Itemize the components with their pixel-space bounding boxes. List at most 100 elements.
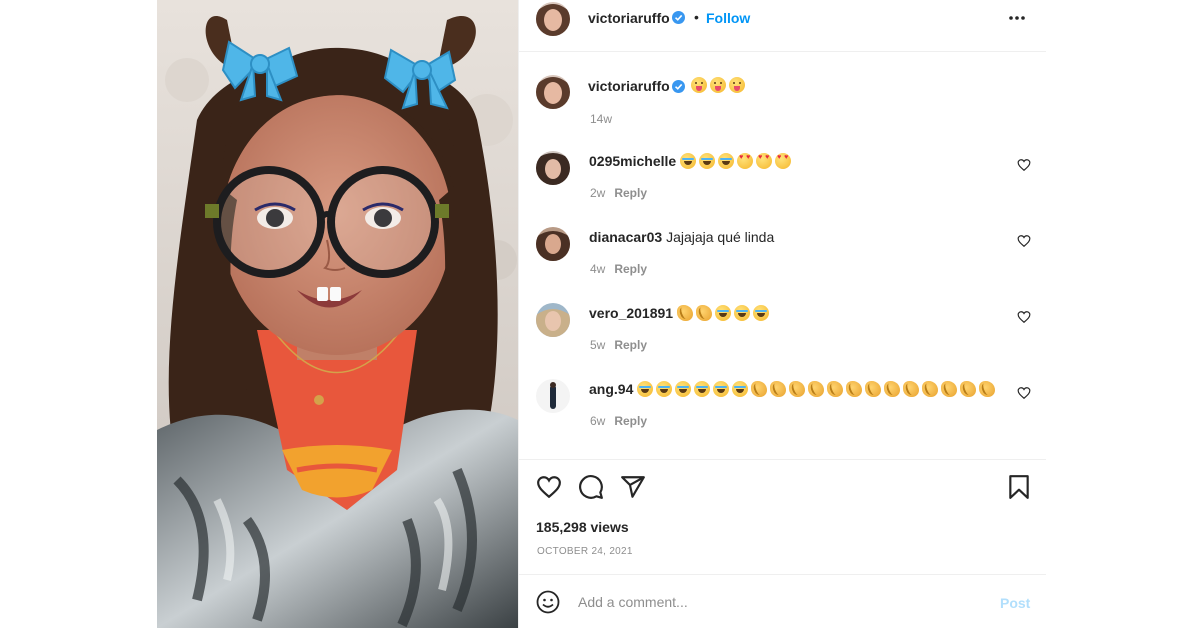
caption-avatar[interactable] — [536, 75, 570, 109]
comment-username[interactable]: dianacar03 — [589, 229, 662, 245]
comment-meta: 6w Reply — [590, 414, 647, 428]
clap-emoji-icon — [846, 381, 863, 397]
post-header: victoriaruffo • Follow — [519, 0, 1046, 52]
comment-time[interactable]: 5w — [590, 338, 605, 352]
caption-avatar-image — [536, 75, 570, 109]
comment-input[interactable] — [578, 589, 958, 615]
post-actions: 185,298 views OCTOBER 24, 2021 — [519, 459, 1046, 574]
comment-line: dianacar03 Jajajaja qué linda — [589, 229, 774, 245]
follow-button[interactable]: Follow — [706, 10, 750, 26]
commenter-avatar-image — [536, 303, 570, 337]
laugh-emoji-icon — [694, 381, 711, 397]
post-photo-illustration — [157, 0, 518, 628]
header-separator: • — [694, 9, 699, 25]
tongue-emoji-icon — [691, 77, 707, 93]
author-avatar-image — [536, 2, 570, 36]
comment-like-heart-icon[interactable] — [1017, 310, 1031, 324]
like-heart-icon[interactable] — [536, 474, 562, 500]
instagram-post: victoriaruffo • Follow victoriaruffo 14w… — [157, 0, 1046, 628]
clap-emoji-icon — [770, 381, 787, 397]
love-emoji-icon — [756, 153, 773, 169]
laugh-emoji-icon — [752, 305, 769, 321]
comment-line: 0295michelle — [589, 153, 794, 169]
comment-emojis — [676, 305, 772, 321]
commenter-avatar-image — [536, 151, 570, 185]
clap-emoji-icon — [884, 381, 901, 397]
laugh-emoji-icon — [699, 153, 716, 169]
laugh-emoji-icon — [637, 381, 654, 397]
tongue-emoji-icon — [710, 77, 726, 93]
clap-emoji-icon — [865, 381, 882, 397]
comment-bubble-icon[interactable] — [578, 474, 604, 500]
author-username[interactable]: victoriaruffo — [588, 10, 670, 26]
clap-emoji-icon — [695, 305, 712, 321]
comment-like-heart-icon[interactable] — [1017, 386, 1031, 400]
caption-emojis — [691, 77, 748, 95]
laugh-emoji-icon — [718, 153, 735, 169]
laugh-emoji-icon — [713, 381, 730, 397]
clap-emoji-icon — [960, 381, 977, 397]
commenter-avatar-image — [536, 379, 570, 413]
laugh-emoji-icon — [714, 305, 731, 321]
add-comment-bar: Post — [519, 574, 1046, 628]
comment-emojis — [637, 381, 998, 397]
caption-time[interactable]: 14w — [590, 112, 612, 126]
comment-item: ang.94 6w Reply — [519, 379, 1046, 451]
post-details-panel: victoriaruffo • Follow victoriaruffo 14w… — [518, 0, 1046, 628]
post-photo[interactable] — [157, 0, 518, 628]
commenter-avatar[interactable] — [536, 303, 570, 337]
comment-username[interactable]: vero_201891 — [589, 305, 673, 321]
post-date[interactable]: OCTOBER 24, 2021 — [537, 546, 633, 557]
clap-emoji-icon — [808, 381, 825, 397]
comment-username[interactable]: 0295michelle — [589, 153, 676, 169]
clap-emoji-icon — [751, 381, 768, 397]
comment-like-heart-icon[interactable] — [1017, 234, 1031, 248]
commenter-avatar[interactable] — [536, 151, 570, 185]
reply-button[interactable]: Reply — [614, 186, 647, 200]
clap-emoji-icon — [789, 381, 806, 397]
clap-emoji-icon — [676, 305, 693, 321]
comment-like-heart-icon[interactable] — [1017, 158, 1031, 172]
laugh-emoji-icon — [732, 381, 749, 397]
emoji-smiley-icon[interactable] — [536, 590, 560, 614]
tongue-emoji-icon — [729, 77, 745, 93]
view-count[interactable]: 185,298 views — [536, 519, 629, 535]
share-paper-plane-icon[interactable] — [620, 474, 646, 500]
post-comment-button[interactable]: Post — [1000, 595, 1030, 611]
comment-time[interactable]: 6w — [590, 414, 605, 428]
comments-section: victoriaruffo 14w 0295michelle ♥ ♥♥ ♥♥ ♥… — [519, 53, 1046, 458]
comment-meta: 2w Reply — [590, 186, 647, 200]
comment-meta: 5w Reply — [590, 338, 647, 352]
comment-text: Jajajaja qué linda — [666, 229, 775, 245]
reply-button[interactable]: Reply — [614, 414, 647, 428]
laugh-emoji-icon — [656, 381, 673, 397]
clap-emoji-icon — [922, 381, 939, 397]
commenter-avatar[interactable] — [536, 227, 570, 261]
comment-time[interactable]: 4w — [590, 262, 605, 276]
comment-line: ang.94 — [589, 381, 998, 397]
save-bookmark-icon[interactable] — [1006, 474, 1032, 500]
laugh-emoji-icon — [733, 305, 750, 321]
caption-username[interactable]: victoriaruffo — [588, 78, 670, 94]
verified-badge-icon — [672, 80, 685, 93]
love-emoji-icon — [775, 153, 792, 169]
comment-line: vero_201891 — [589, 305, 772, 321]
clap-emoji-icon — [827, 381, 844, 397]
laugh-emoji-icon — [680, 153, 697, 169]
commenter-avatar[interactable] — [536, 379, 570, 413]
comment-time[interactable]: 2w — [590, 186, 605, 200]
clap-emoji-icon — [941, 381, 958, 397]
author-avatar[interactable] — [536, 2, 570, 36]
reply-button[interactable]: Reply — [614, 262, 647, 276]
comment-username[interactable]: ang.94 — [589, 381, 633, 397]
laugh-emoji-icon — [675, 381, 692, 397]
comment-meta: 4w Reply — [590, 262, 647, 276]
comment-item: vero_201891 5w Reply — [519, 303, 1046, 375]
commenter-avatar-image — [536, 227, 570, 261]
more-options-icon[interactable] — [1007, 14, 1027, 22]
reply-button[interactable]: Reply — [614, 338, 647, 352]
comment-item: 0295michelle 2w Reply — [519, 151, 1046, 223]
love-emoji-icon — [737, 153, 754, 169]
comment-item: dianacar03 Jajajaja qué linda 4w Reply — [519, 227, 1046, 299]
clap-emoji-icon — [903, 381, 920, 397]
